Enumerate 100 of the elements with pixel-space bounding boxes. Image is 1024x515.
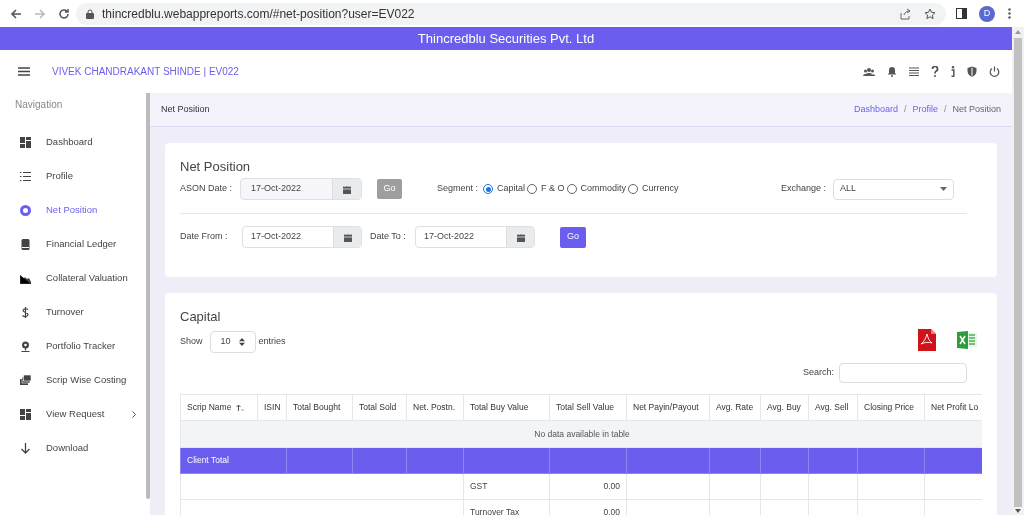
sidebar-item[interactable]: Download — [46, 440, 89, 456]
user-name: VIVEK CHANDRAKANT SHINDE | EV022 — [52, 65, 239, 79]
sort-ascending-icon — [236, 404, 245, 412]
sort-arrows-icon — [238, 338, 245, 346]
power-icon[interactable] — [989, 66, 1000, 77]
sidebar-item[interactable]: Turnover — [46, 304, 84, 320]
dollar-icon — [20, 306, 31, 318]
column-header[interactable]: Avg. Rate — [709, 394, 761, 421]
page-scrollbar[interactable] — [1012, 27, 1024, 515]
page-title: Net Position — [161, 102, 210, 116]
reload-icon[interactable] — [58, 7, 70, 20]
date-field[interactable]: 17-Oct-2022 — [242, 226, 362, 248]
field-label: Date From : — [180, 230, 229, 244]
date-value: 17-Oct-2022 — [250, 182, 303, 196]
radio-label[interactable]: Capital — [497, 182, 526, 196]
column-header[interactable]: Total Sold — [352, 394, 407, 421]
column-header[interactable]: ISIN — [257, 394, 287, 421]
column-header[interactable]: Total Sell Value — [549, 394, 627, 421]
card-title: Net Position — [180, 158, 252, 176]
menu-dots-icon[interactable] — [1008, 8, 1011, 19]
area-chart-icon — [20, 272, 31, 284]
navigation-heading: Navigation — [15, 98, 64, 112]
search-label: Search: — [802, 366, 834, 380]
list-icon[interactable] — [909, 67, 919, 76]
lock-icon — [86, 8, 94, 19]
column-header[interactable]: Avg. Sell — [808, 394, 858, 421]
total-row-label: Client Total — [180, 447, 287, 474]
star-icon[interactable] — [924, 7, 936, 20]
calendar-icon[interactable] — [343, 184, 351, 194]
profile-avatar[interactable]: D — [979, 5, 995, 22]
excel-file-icon[interactable] — [957, 331, 977, 349]
table-cell: GST — [463, 473, 550, 500]
download-icon — [20, 442, 31, 454]
users-icon[interactable] — [863, 66, 875, 77]
column-header[interactable]: Avg. Buy — [760, 394, 809, 421]
calendar-icon[interactable] — [516, 232, 525, 242]
column-header[interactable]: Net. Postn. — [406, 394, 464, 421]
date-value: 17-Oct-2022 — [423, 230, 476, 244]
field-label: Segment : — [437, 182, 479, 196]
book-icon — [20, 238, 31, 250]
empty-table-message: No data available in table — [533, 427, 631, 441]
column-header[interactable]: Net Profit Lo — [924, 394, 982, 421]
date-field[interactable]: 17-Oct-2022 — [240, 178, 362, 200]
date-field[interactable]: 17-Oct-2022 — [415, 226, 535, 248]
breadcrumb-current: Net Position — [952, 102, 1001, 116]
sidebar-scrollbar[interactable] — [146, 93, 150, 499]
go-button[interactable]: Go — [560, 226, 586, 248]
scroll-down-icon[interactable] — [1015, 509, 1021, 513]
sidebar-item[interactable]: Dashboard — [46, 134, 93, 150]
help-icon[interactable] — [931, 66, 939, 77]
card-title: Capital — [180, 308, 222, 326]
radio-label[interactable]: F & O — [541, 182, 565, 196]
radio-label[interactable]: Currency — [642, 182, 679, 196]
table-cell: 0.00 — [549, 473, 627, 500]
column-header[interactable]: Net Payin/Payout — [626, 394, 710, 421]
pdf-file-icon[interactable] — [918, 329, 936, 351]
sidebar-item[interactable]: Profile — [46, 168, 73, 184]
column-header[interactable]: Closing Price — [857, 394, 925, 421]
radio-label[interactable]: Commodity — [580, 182, 627, 196]
shield-icon[interactable] — [967, 66, 977, 77]
sidebar-item[interactable]: Net Position — [46, 202, 98, 218]
info-icon[interactable] — [951, 66, 955, 77]
entries-label: entries — [258, 335, 286, 349]
list-icon — [20, 170, 31, 182]
field-label: Exchange : — [780, 182, 826, 196]
field-label: Date To : — [370, 230, 407, 244]
url-text: thincredblu.webappreports.com/#net-position?user=EV022 — [102, 5, 415, 23]
dropdown-caret-icon — [940, 187, 947, 191]
circle-icon — [20, 204, 31, 216]
search-field[interactable] — [839, 363, 967, 383]
chevron-right-icon[interactable] — [132, 410, 136, 418]
grid-icon — [20, 408, 31, 420]
calendar-icon[interactable] — [343, 232, 352, 242]
entries-select[interactable]: 10 — [209, 331, 256, 353]
location-pin-icon — [20, 340, 31, 352]
stacked-cards-icon — [20, 374, 31, 386]
sidebar-item[interactable]: View Request — [46, 406, 105, 422]
bell-icon[interactable] — [887, 66, 897, 77]
sidebar-item[interactable]: Financial Ledger — [46, 236, 117, 252]
field-label: ASON Date : — [180, 182, 234, 196]
total-cell — [286, 447, 353, 474]
column-header[interactable]: Total Buy Value — [463, 394, 550, 421]
breadcrumb-link[interactable]: Dashboard — [853, 102, 898, 117]
sidebar-item[interactable]: Collateral Valuation — [46, 270, 128, 286]
column-header[interactable]: Scrip Name — [180, 394, 258, 421]
breadcrumb-separator: / — [943, 102, 947, 116]
side-panel-icon[interactable] — [956, 8, 967, 19]
share-icon[interactable] — [899, 7, 911, 20]
breadcrumb-separator: / — [903, 102, 907, 116]
grid-icon — [20, 136, 31, 148]
show-label: Show — [180, 335, 203, 349]
date-value: 17-Oct-2022 — [250, 230, 303, 244]
column-header[interactable]: Total Bought — [286, 394, 353, 421]
breadcrumb-link[interactable]: Profile — [912, 102, 938, 117]
exchange-select[interactable]: ALL — [833, 178, 954, 200]
sidebar-item[interactable]: Portfolio Tracker — [46, 338, 116, 354]
back-icon[interactable] — [10, 7, 22, 20]
sidebar-item[interactable]: Scrip Wise Costing — [46, 372, 127, 388]
menu-icon[interactable] — [18, 67, 30, 76]
address-bar[interactable]: thincredblu.webappreports.com/#net-position?user=EV022 — [76, 2, 946, 25]
